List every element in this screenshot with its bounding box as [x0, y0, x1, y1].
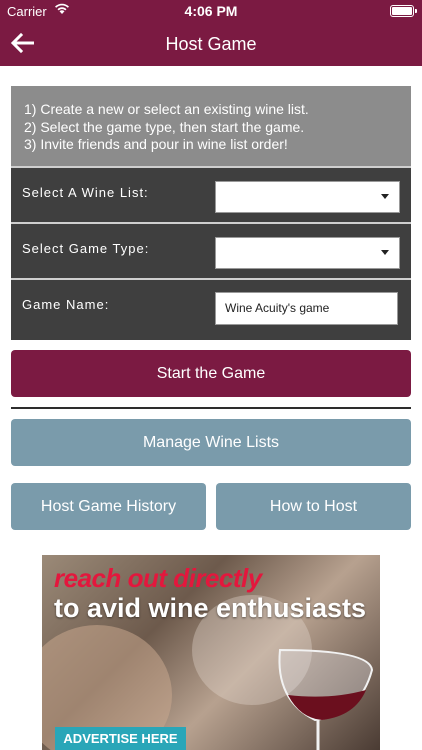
- manage-wine-lists-button[interactable]: Manage Wine Lists: [11, 419, 411, 466]
- wine-list-label: Select A Wine List:: [22, 185, 149, 200]
- status-bar: Carrier 4:06 PM: [0, 0, 422, 22]
- instruction-line: 3) Invite friends and pour in wine list …: [24, 136, 288, 152]
- battery-icon: [390, 5, 417, 17]
- ad-banner[interactable]: reach out directly to avid wine enthusia…: [42, 555, 380, 750]
- game-type-label: Select Game Type:: [22, 241, 150, 256]
- game-name-input[interactable]: Wine Acuity's game: [215, 292, 398, 325]
- ad-headline: reach out directly: [54, 563, 262, 593]
- wine-glass-icon: [278, 648, 374, 750]
- game-type-row: Select Game Type:: [11, 222, 411, 279]
- how-to-host-button[interactable]: How to Host: [216, 483, 411, 530]
- wine-list-row: Select A Wine List:: [11, 166, 411, 223]
- instructions-panel: 1) Create a new or select an existing wi…: [11, 86, 411, 166]
- top-bar: Carrier 4:06 PM Host Game: [0, 0, 422, 66]
- game-type-select[interactable]: [215, 237, 400, 269]
- game-name-row: Game Name: Wine Acuity's game: [11, 278, 411, 340]
- host-game-history-button[interactable]: Host Game History: [11, 483, 206, 530]
- instruction-line: 2) Select the game type, then start the …: [24, 118, 305, 135]
- start-game-button[interactable]: Start the Game: [11, 350, 411, 397]
- instruction-line: 1) Create a new or select an existing wi…: [24, 101, 309, 117]
- wine-list-select[interactable]: [215, 181, 400, 213]
- game-name-label: Game Name:: [22, 297, 110, 312]
- status-time: 4:06 PM: [184, 3, 238, 19]
- ad-subheadline: to avid wine enthusiasts: [54, 593, 367, 623]
- chevron-down-icon: [381, 194, 389, 199]
- advertise-here-button[interactable]: ADVERTISE HERE: [55, 727, 186, 750]
- divider: [11, 407, 411, 409]
- chevron-down-icon: [381, 250, 389, 255]
- page-title: Host Game: [165, 34, 257, 54]
